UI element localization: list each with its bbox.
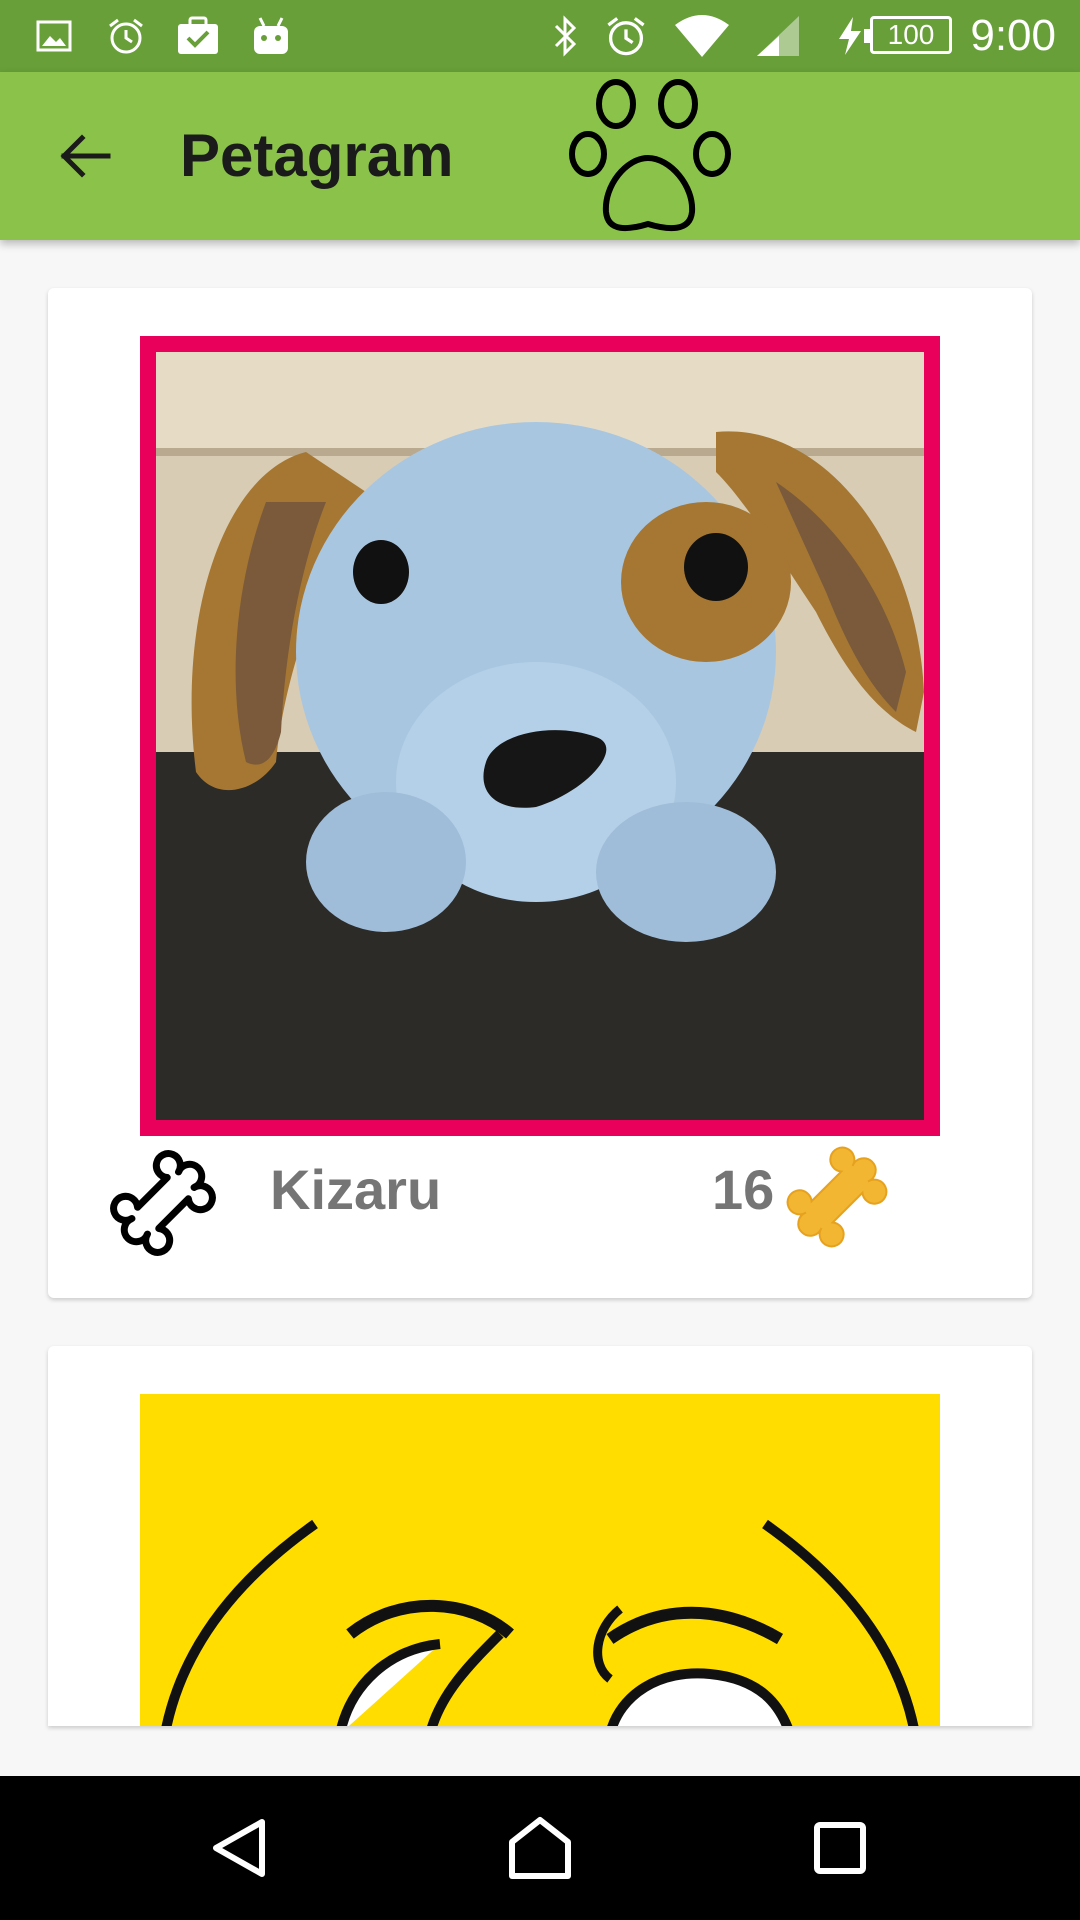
alarm-icon-right (602, 12, 650, 60)
pet-card (48, 1346, 1032, 1726)
pet-photo (156, 352, 924, 1120)
navigation-bar (0, 1776, 1080, 1920)
paw-icon (566, 76, 734, 238)
battery-icon: 100 (864, 16, 952, 54)
app-bar: Petagram (0, 72, 1080, 240)
wifi-icon (672, 12, 732, 60)
clock: 9:00 (970, 11, 1056, 60)
android-icon (250, 12, 292, 60)
alarm-icon (104, 12, 148, 60)
bone-gold-icon (782, 1142, 892, 1252)
pet-photo-frame (140, 336, 940, 1136)
nav-recents-icon[interactable] (804, 1812, 876, 1884)
app-title: Petagram (180, 122, 454, 189)
task-icon (174, 12, 222, 60)
bluetooth-icon (548, 12, 584, 60)
charging-icon (836, 12, 864, 60)
pet-photo (140, 1394, 940, 1726)
bone-outline-icon[interactable] (108, 1148, 218, 1258)
like-count: 16 (712, 1158, 775, 1221)
status-bar: 100 9:00 (0, 0, 1080, 72)
nav-back-icon[interactable] (204, 1812, 276, 1884)
pet-name: Kizaru (270, 1158, 442, 1221)
image-icon (34, 12, 74, 60)
signal-icon (754, 12, 802, 60)
screen: 100 9:00 Petagram Kizaru 16 (0, 0, 1080, 1920)
nav-home-icon[interactable] (504, 1812, 576, 1884)
pet-card: Kizaru 16 (48, 288, 1032, 1298)
arrow-back-icon[interactable] (48, 124, 120, 188)
